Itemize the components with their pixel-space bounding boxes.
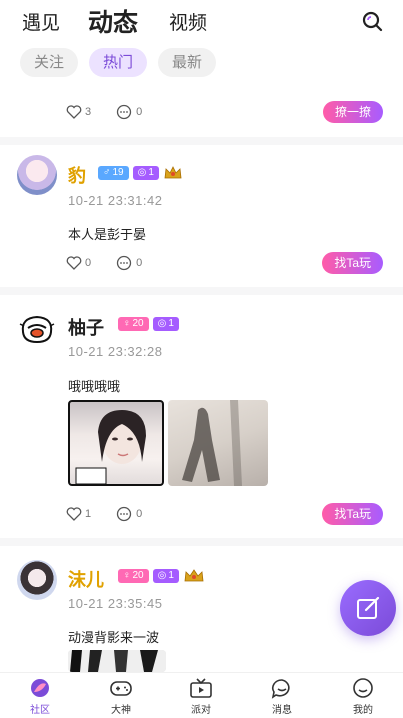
like-count: 3	[85, 106, 92, 118]
gamepad-icon	[110, 681, 132, 696]
nav-messages[interactable]: 消息	[254, 677, 310, 716]
post-actions: 0 0	[66, 253, 166, 273]
divider	[0, 538, 403, 546]
like-button[interactable]: 1	[66, 507, 91, 521]
heart-icon	[66, 507, 82, 521]
avatar[interactable]	[17, 560, 57, 600]
user-badges: ♀ 20 ◎ 1	[118, 316, 179, 332]
level-badge: ◎ 1	[152, 569, 179, 583]
sub-tabs: 关注 热门 最新	[20, 48, 217, 78]
gender-age-badge: ♀ 20	[118, 569, 149, 583]
community-icon	[31, 679, 49, 697]
tab-video[interactable]: 视频	[169, 8, 207, 35]
comment-count: 0	[136, 508, 143, 520]
cartoon-avatar-icon	[19, 315, 55, 344]
bottom-nav: 社区 大神 派对 消息 我的	[0, 672, 403, 718]
crown-icon	[184, 569, 204, 582]
divider	[0, 287, 403, 295]
post-time: 10-21 23:31:42	[68, 193, 163, 208]
level-badge: ◎ 1	[152, 317, 179, 331]
tab-meet[interactable]: 遇见	[22, 8, 60, 35]
comment-count: 0	[136, 106, 143, 118]
post-text: 动漫背影来一波	[68, 630, 160, 645]
divider	[0, 137, 403, 145]
nav-profile[interactable]: 我的	[335, 677, 391, 716]
like-count: 0	[85, 257, 92, 269]
like-button[interactable]: 3	[66, 105, 91, 119]
post-actions: 1 0	[66, 504, 166, 524]
subtab-follow[interactable]: 关注	[20, 48, 79, 77]
find-ta-button[interactable]: 找Ta玩	[322, 252, 383, 274]
post-text: 本人是彭于晏	[68, 227, 147, 242]
smile-icon	[353, 678, 373, 698]
post-username[interactable]: 柚子	[68, 314, 104, 340]
comment-icon	[116, 506, 132, 522]
post-time: 10-21 23:35:45	[68, 596, 163, 611]
post-text: 哦哦哦哦	[68, 379, 121, 394]
nav-party[interactable]: 派对	[173, 677, 229, 716]
tab-moments[interactable]: 动态	[88, 3, 138, 41]
nav-master[interactable]: 大神	[93, 677, 149, 716]
tv-icon	[190, 678, 212, 698]
comment-icon	[116, 255, 132, 271]
heart-icon	[66, 105, 82, 119]
comment-icon	[116, 104, 132, 120]
comment-button[interactable]: 0	[115, 104, 142, 120]
subtab-latest[interactable]: 最新	[158, 48, 217, 77]
subtab-hot[interactable]: 热门	[89, 48, 148, 77]
compose-button[interactable]	[340, 580, 396, 636]
like-count: 1	[85, 508, 92, 520]
comment-button[interactable]: 0	[115, 506, 142, 522]
anime-silhouette-photo	[68, 650, 166, 672]
gender-age-badge: ♂ 19	[98, 166, 129, 180]
search-icon[interactable]	[361, 10, 383, 32]
shadow-photo	[182, 400, 242, 486]
avatar[interactable]	[17, 308, 57, 348]
like-button[interactable]: 0	[66, 256, 91, 270]
nav-community[interactable]: 社区	[12, 677, 68, 716]
comment-count: 0	[136, 257, 143, 269]
comment-button[interactable]: 0	[115, 255, 142, 271]
top-bar: 遇见 动态 视频	[0, 0, 403, 42]
portrait-photo	[75, 410, 146, 484]
crown-icon	[164, 166, 182, 179]
post-actions: 3 0	[66, 102, 166, 122]
level-badge: ◎ 1	[132, 166, 159, 180]
post-time: 10-21 23:32:28	[68, 344, 163, 359]
find-ta-button[interactable]: 找Ta玩	[322, 503, 383, 525]
user-badges: ♂ 19 ◎ 1	[98, 165, 183, 181]
chat-icon	[271, 679, 290, 699]
user-badges: ♀ 20 ◎ 1	[118, 568, 205, 584]
heart-icon	[66, 256, 82, 270]
post-username[interactable]: 沫儿	[68, 566, 104, 592]
post-photo[interactable]	[168, 400, 268, 486]
avatar[interactable]	[17, 155, 57, 195]
post-photo[interactable]	[68, 400, 164, 486]
gender-age-badge: ♀ 20	[118, 317, 149, 331]
post-username[interactable]: 豹	[68, 162, 86, 188]
flirt-button[interactable]: 撩一撩	[322, 101, 383, 123]
edit-icon	[357, 596, 380, 619]
post-photo[interactable]	[68, 650, 166, 672]
